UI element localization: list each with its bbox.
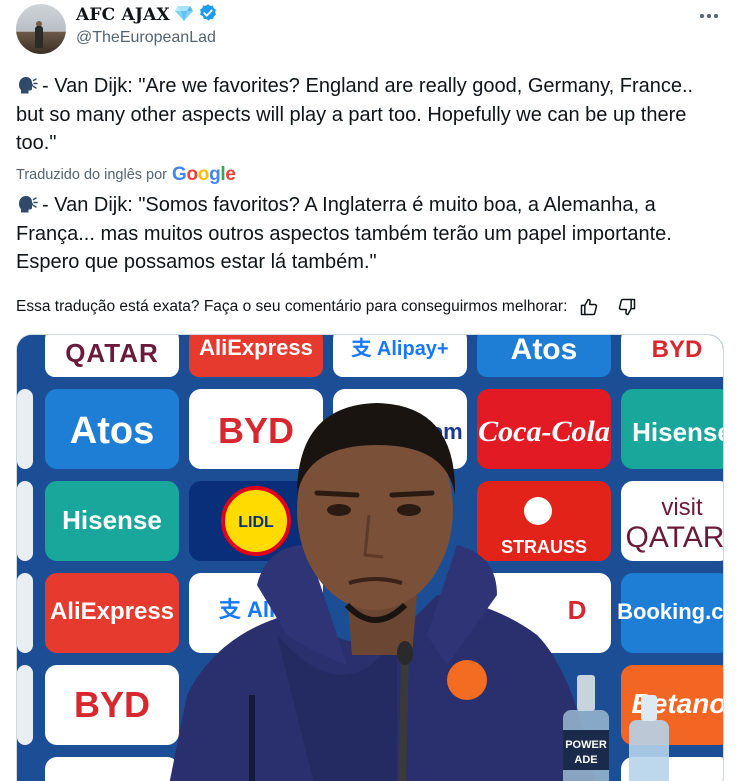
author-handle[interactable]: @TheEuropeanLad (76, 29, 216, 47)
tweet-original-body: - Van Dijk: "Are we favorites? England a… (16, 75, 694, 154)
press-conference-photo: QATAR AliExpress 支 Alipay+ Atos BYD Atos… (17, 335, 724, 781)
author-name-row: AFC AJAX (76, 3, 218, 28)
verified-badge-icon[interactable] (198, 3, 218, 28)
svg-text:QATAR: QATAR (626, 521, 724, 554)
svg-text:QATAR: QATAR (65, 338, 159, 368)
svg-text:POWER: POWER (565, 739, 607, 751)
svg-text:D: D (568, 595, 587, 625)
svg-text:AliExpress: AliExpress (50, 598, 174, 625)
translation-attribution: Traduzido do inglês por Google (16, 164, 236, 186)
svg-text:Hisense: Hisense (632, 417, 724, 447)
svg-text:Hisense: Hisense (62, 505, 162, 535)
svg-text:AliExpress: AliExpress (199, 335, 313, 360)
google-logo[interactable]: Google (172, 164, 236, 186)
tweet-translated-text: - Van Dijk: "Somos favoritos? A Inglater… (16, 191, 726, 277)
avatar-figure-body (35, 26, 43, 48)
translated-by-label: Traduzido do inglês por (16, 167, 167, 183)
thumbs-up-icon[interactable] (579, 297, 599, 317)
svg-text:Booking.co: Booking.co (617, 599, 724, 624)
svg-text:支 Alipay+: 支 Alipay+ (351, 336, 448, 360)
tweet-media-photo[interactable]: QATAR AliExpress 支 Alipay+ Atos BYD Atos… (16, 334, 724, 781)
svg-text:visit: visit (661, 494, 703, 521)
svg-text:Coca-Cola: Coca-Cola (478, 415, 610, 448)
tweet-translated-body: - Van Dijk: "Somos favoritos? A Inglater… (16, 194, 672, 273)
speaking-head-icon (16, 194, 38, 214)
more-options-icon[interactable] (697, 6, 721, 26)
author-avatar[interactable] (16, 4, 66, 54)
svg-text:BYD: BYD (218, 410, 294, 451)
translation-feedback: Essa tradução está exata? Faça o seu com… (16, 297, 716, 317)
feedback-buttons (579, 297, 637, 317)
tweet-original-text: - Van Dijk: "Are we favorites? England a… (16, 72, 726, 158)
svg-text:LIDL: LIDL (238, 514, 274, 531)
thumbs-down-icon[interactable] (617, 297, 637, 317)
svg-text:BYD: BYD (652, 336, 703, 363)
speaking-head-icon (16, 75, 38, 95)
svg-text:ADE: ADE (574, 754, 597, 766)
svg-text:STRAUSS: STRAUSS (501, 537, 587, 557)
svg-text:Atos: Atos (70, 410, 154, 452)
svg-text:Atos: Atos (511, 335, 578, 366)
author-display-name[interactable]: AFC AJAX (76, 5, 170, 25)
feedback-question: Essa tradução está exata? Faça o seu com… (16, 298, 568, 315)
tweet-card: AFC AJAX @TheEuropeanLad - Van Dijk: "Ar… (0, 0, 745, 781)
svg-text:BYD: BYD (74, 684, 150, 725)
diamond-icon (174, 4, 194, 27)
